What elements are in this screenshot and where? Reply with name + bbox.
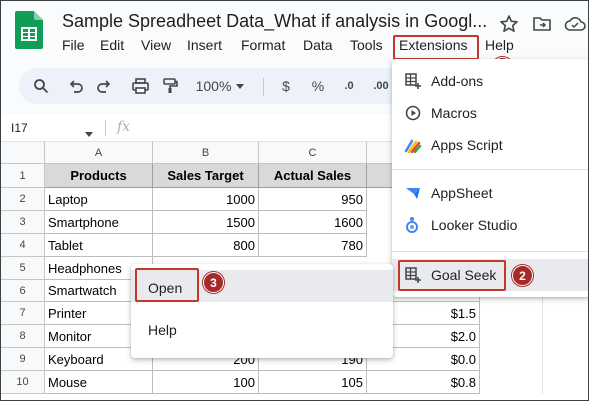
folder-move-icon[interactable] [532, 14, 552, 34]
select-all-corner[interactable] [1, 142, 45, 164]
menu-item-label: Add-ons [431, 73, 484, 89]
menu-item-add-ons[interactable]: Add-ons [392, 65, 588, 97]
decrease-decimal-label: .0 [344, 80, 354, 92]
cell-target[interactable]: 100 [153, 371, 259, 394]
menu-item-apps-script[interactable]: Apps Script [392, 129, 588, 161]
row-header[interactable]: 3 [1, 211, 45, 234]
menu-insert[interactable]: Insert [187, 37, 222, 53]
menu-item-label: Apps Script [431, 137, 503, 153]
step-badge-2: 2 [512, 265, 533, 286]
cell-target[interactable]: 1000 [153, 188, 259, 211]
row-header[interactable]: 2 [1, 188, 45, 211]
header-cell-sales-target[interactable]: Sales Target [153, 164, 259, 188]
goal-seek-submenu: Open Help [131, 264, 393, 358]
menu-divider [392, 169, 588, 170]
column-header-b[interactable]: B [153, 142, 259, 164]
sheets-window: Sample Spreadheet Data_What if analysis … [0, 0, 589, 401]
increase-decimal-label: .00 [373, 80, 389, 92]
cell-actual[interactable]: 780 [259, 234, 367, 257]
menu-item-label: AppSheet [431, 185, 493, 201]
format-percent-button[interactable]: % [309, 68, 327, 104]
toolbar-divider [263, 78, 264, 96]
fx-icon: fx [117, 119, 131, 135]
menu-view[interactable]: View [141, 37, 171, 53]
zoom-value: 100% [195, 78, 232, 94]
macros-icon [404, 104, 422, 122]
cell-actual[interactable]: 1600 [259, 211, 367, 234]
column-header-a[interactable]: A [45, 142, 153, 164]
formula-divider [105, 120, 106, 136]
row-header[interactable]: 9 [1, 348, 45, 371]
decrease-decimal-button[interactable]: .0 [337, 68, 361, 104]
redo-icon[interactable] [93, 68, 115, 104]
menu-item-label: Macros [431, 105, 477, 121]
zoom-select[interactable]: 100% [189, 68, 251, 104]
menu-item-macros[interactable]: Macros [392, 97, 588, 129]
menu-item-appsheet[interactable]: AppSheet [392, 177, 588, 209]
cell-d[interactable]: $0.8 [367, 371, 480, 394]
row-header[interactable]: 8 [1, 325, 45, 348]
document-title[interactable]: Sample Spreadheet Data_What if analysis … [62, 11, 487, 32]
row-header[interactable]: 4 [1, 234, 45, 257]
increase-decimal-button[interactable]: .00 [367, 68, 395, 104]
menu-data[interactable]: Data [303, 37, 333, 53]
open-highlight-box [135, 268, 199, 302]
row-header[interactable]: 10 [1, 371, 45, 394]
chevron-down-icon [236, 83, 245, 89]
star-icon[interactable] [499, 14, 519, 34]
goal-seek-highlight-box [398, 260, 506, 291]
row-header[interactable]: 6 [1, 280, 45, 302]
name-box[interactable]: I17 [11, 121, 28, 135]
submenu-item-help[interactable]: Help [148, 322, 177, 338]
appsheet-icon [404, 184, 422, 202]
cell-product[interactable]: Smartphone [45, 211, 153, 234]
menu-help[interactable]: Help [485, 37, 514, 53]
step-badge-3: 3 [203, 272, 224, 293]
search-menus-icon[interactable] [29, 68, 53, 104]
row-header[interactable]: 1 [1, 164, 45, 188]
column-header-c[interactable]: C [259, 142, 367, 164]
menu-edit[interactable]: Edit [100, 37, 124, 53]
paint-format-icon[interactable] [159, 68, 181, 104]
menu-tools[interactable]: Tools [350, 37, 383, 53]
print-icon[interactable] [129, 68, 151, 104]
format-currency-button[interactable]: $ [277, 68, 295, 104]
row-header[interactable]: 5 [1, 257, 45, 280]
menu-divider [392, 251, 588, 252]
menu-file[interactable]: File [62, 37, 85, 53]
sheets-logo-icon[interactable] [15, 11, 43, 49]
extensions-menu: Add-ons Macros Apps Script AppSheet Look… [392, 59, 588, 297]
looker-studio-icon [404, 216, 422, 234]
add-ons-icon [404, 72, 422, 90]
name-box-dropdown-icon[interactable] [85, 124, 93, 142]
cell-actual[interactable]: 105 [259, 371, 367, 394]
cell-product[interactable]: Tablet [45, 234, 153, 257]
row-header[interactable]: 7 [1, 302, 45, 325]
menu-item-label: Looker Studio [431, 217, 518, 233]
cell-actual[interactable]: 950 [259, 188, 367, 211]
apps-script-icon [404, 136, 422, 154]
menu-format[interactable]: Format [241, 37, 285, 53]
undo-icon[interactable] [65, 68, 87, 104]
menu-item-looker-studio[interactable]: Looker Studio [392, 209, 588, 241]
header-cell-products[interactable]: Products [45, 164, 153, 188]
header-cell-actual-sales[interactable]: Actual Sales [259, 164, 367, 188]
cell-target[interactable]: 1500 [153, 211, 259, 234]
cell-product[interactable]: Laptop [45, 188, 153, 211]
cloud-status-icon[interactable] [564, 14, 586, 34]
cell-product[interactable]: Mouse [45, 371, 153, 394]
cell-target[interactable]: 800 [153, 234, 259, 257]
extensions-highlight-box [393, 35, 479, 60]
